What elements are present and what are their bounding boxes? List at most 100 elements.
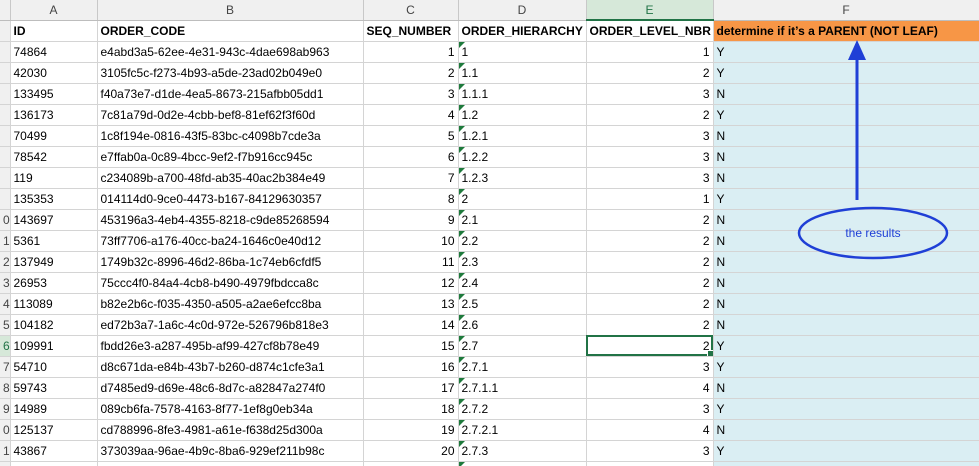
cell-order-hierarchy[interactable]: 2.7.2.1 bbox=[458, 419, 587, 441]
cell-seq-number[interactable]: 10 bbox=[363, 230, 459, 252]
cell-id[interactable]: 143697 bbox=[10, 209, 98, 231]
cell-order-level-nbr[interactable]: 3 bbox=[586, 83, 714, 105]
cell-parent-flag[interactable]: N bbox=[713, 167, 979, 189]
column-header-d[interactable]: D bbox=[458, 0, 587, 21]
cell-parent-flag[interactable]: Y bbox=[713, 398, 979, 420]
cell-id[interactable]: 109991 bbox=[10, 335, 98, 357]
cell-parent-flag[interactable]: Y bbox=[713, 188, 979, 210]
row-header[interactable]: 0 bbox=[0, 419, 11, 441]
cell-seq-number[interactable]: 11 bbox=[363, 251, 459, 273]
cell-parent-flag[interactable]: N bbox=[713, 293, 979, 315]
column-header-f[interactable]: F bbox=[713, 0, 979, 21]
cell-order-code[interactable]: 014114d0-9ce0-4473-b167-84129630357 bbox=[97, 188, 364, 210]
cell-order-code[interactable]: 453196a3-4eb4-4355-8218-c9de85268594 bbox=[97, 209, 364, 231]
cell-order-code[interactable]: fbdd26e3-a287-495b-af99-427cf8b78e49 bbox=[97, 335, 364, 357]
cell-order-level-nbr[interactable]: 1 bbox=[586, 188, 714, 210]
cell-id[interactable]: 5361 bbox=[10, 230, 98, 252]
cell-id[interactable]: 137949 bbox=[10, 251, 98, 273]
cell-parent-flag[interactable]: N bbox=[713, 272, 979, 294]
row-header[interactable]: 9 bbox=[0, 398, 11, 420]
row-header[interactable]: 4 bbox=[0, 293, 11, 315]
cell-id[interactable]: 136173 bbox=[10, 104, 98, 126]
cell-parent-flag[interactable]: Y bbox=[713, 335, 979, 357]
cell-parent-flag[interactable]: N bbox=[713, 461, 979, 466]
cell-id[interactable]: 43867 bbox=[10, 440, 98, 462]
cell-seq-number[interactable]: 6 bbox=[363, 146, 459, 168]
row-header[interactable] bbox=[0, 188, 11, 210]
cell-order-level-nbr[interactable]: 2 bbox=[586, 104, 714, 126]
cell-order-level-nbr[interactable]: 4 bbox=[586, 419, 714, 441]
row-header[interactable]: 0 bbox=[0, 209, 11, 231]
cell-order-code[interactable]: c234089b-a700-48fd-ab35-40ac2b384e49 bbox=[97, 167, 364, 189]
cell-order-level-nbr[interactable]: 2 bbox=[586, 62, 714, 84]
cell-id[interactable]: 127274 bbox=[10, 461, 98, 466]
cell-seq-number[interactable]: 3 bbox=[363, 83, 459, 105]
cell-order-hierarchy[interactable]: 2.2 bbox=[458, 230, 587, 252]
cell-order-level-nbr[interactable]: 2 bbox=[586, 209, 714, 231]
row-header[interactable]: 3 bbox=[0, 272, 11, 294]
row-header[interactable]: 8 bbox=[0, 377, 11, 399]
cell-id[interactable]: 54710 bbox=[10, 356, 98, 378]
cell-parent-flag[interactable]: Y bbox=[713, 41, 979, 63]
cell-order-hierarchy[interactable]: 2.7.3.1 bbox=[458, 461, 587, 466]
cell-parent-flag[interactable]: Y bbox=[713, 356, 979, 378]
cell-id[interactable]: 26953 bbox=[10, 272, 98, 294]
cell-id[interactable]: 42030 bbox=[10, 62, 98, 84]
cell-order-hierarchy[interactable]: 1.1 bbox=[458, 62, 587, 84]
cell-order-hierarchy[interactable]: 2.6 bbox=[458, 314, 587, 336]
row-header[interactable]: 1 bbox=[0, 230, 11, 252]
select-all-corner[interactable] bbox=[0, 0, 11, 21]
cell-id[interactable]: 74864 bbox=[10, 41, 98, 63]
cell-seq-number[interactable]: 20 bbox=[363, 440, 459, 462]
cell-order-code[interactable]: 373039aa-96ae-4b9c-8ba6-929ef211b98c bbox=[97, 440, 364, 462]
cell-order-code[interactable]: 73ff7706-a176-40cc-ba24-1646c0e40d12 bbox=[97, 230, 364, 252]
header-cell-parent-flag[interactable]: determine if it’s a PARENT (NOT LEAF) bbox=[713, 20, 979, 42]
row-header[interactable] bbox=[0, 62, 11, 84]
cell-parent-flag[interactable]: N bbox=[713, 125, 979, 147]
cell-order-code[interactable]: e7ffab0a-0c89-4bcc-9ef2-f7b916cc945c bbox=[97, 146, 364, 168]
cell-order-hierarchy[interactable]: 2.3 bbox=[458, 251, 587, 273]
cell-order-level-nbr[interactable]: 4 bbox=[586, 461, 714, 466]
cell-parent-flag[interactable]: Y bbox=[713, 440, 979, 462]
cell-seq-number[interactable]: 15 bbox=[363, 335, 459, 357]
cell-parent-flag[interactable]: N bbox=[713, 314, 979, 336]
cell-id[interactable]: 135353 bbox=[10, 188, 98, 210]
row-header[interactable]: 1 bbox=[0, 440, 11, 462]
cell-order-code[interactable]: 7c81a79d-0d2e-4cbb-bef8-81ef62f3f60d bbox=[97, 104, 364, 126]
cell-id[interactable]: 59743 bbox=[10, 377, 98, 399]
cell-order-hierarchy[interactable]: 2.7.1 bbox=[458, 356, 587, 378]
cell-order-hierarchy[interactable]: 2.7.1.1 bbox=[458, 377, 587, 399]
cell-order-hierarchy[interactable]: 1.2.1 bbox=[458, 125, 587, 147]
cell-parent-flag[interactable]: Y bbox=[713, 104, 979, 126]
cell-order-hierarchy[interactable]: 2.5 bbox=[458, 293, 587, 315]
cell-order-code[interactable]: cd788996-8fe3-4981-a61e-f638d25d300a bbox=[97, 419, 364, 441]
row-header[interactable]: 5 bbox=[0, 314, 11, 336]
cell-order-code[interactable]: 3105fc5c-f273-4b93-a5de-23ad02b049e0 bbox=[97, 62, 364, 84]
cell-seq-number[interactable]: 14 bbox=[363, 314, 459, 336]
cell-seq-number[interactable]: 19 bbox=[363, 419, 459, 441]
cell-seq-number[interactable]: 16 bbox=[363, 356, 459, 378]
cell-parent-flag[interactable]: Y bbox=[713, 62, 979, 84]
cell-order-hierarchy[interactable]: 2.4 bbox=[458, 272, 587, 294]
cell-seq-number[interactable]: 12 bbox=[363, 272, 459, 294]
fill-handle[interactable] bbox=[706, 349, 712, 355]
cell-order-hierarchy[interactable]: 2.7.2 bbox=[458, 398, 587, 420]
header-cell-id[interactable]: ID bbox=[10, 20, 98, 42]
cell-order-code[interactable]: e4abd3a5-62ee-4e31-943c-4dae698ab963 bbox=[97, 41, 364, 63]
cell-order-level-nbr[interactable]: 2 bbox=[586, 335, 714, 357]
row-header[interactable]: 6 bbox=[0, 335, 11, 357]
cell-order-hierarchy[interactable]: 1.1.1 bbox=[458, 83, 587, 105]
cell-seq-number[interactable]: 4 bbox=[363, 104, 459, 126]
cell-order-level-nbr[interactable]: 2 bbox=[586, 251, 714, 273]
header-cell-order-code[interactable]: ORDER_CODE bbox=[97, 20, 364, 42]
row-header[interactable]: 2 bbox=[0, 251, 11, 273]
cell-id[interactable]: 104182 bbox=[10, 314, 98, 336]
row-header[interactable] bbox=[0, 167, 11, 189]
cell-seq-number[interactable]: 21 bbox=[363, 461, 459, 466]
column-header-b[interactable]: B bbox=[97, 0, 364, 21]
cell-order-level-nbr[interactable]: 3 bbox=[586, 146, 714, 168]
cell-order-level-nbr[interactable]: 1 bbox=[586, 41, 714, 63]
cell-parent-flag[interactable]: N bbox=[713, 377, 979, 399]
row-header[interactable]: 2 bbox=[0, 461, 11, 466]
cell-order-hierarchy[interactable]: 2.7 bbox=[458, 335, 587, 357]
